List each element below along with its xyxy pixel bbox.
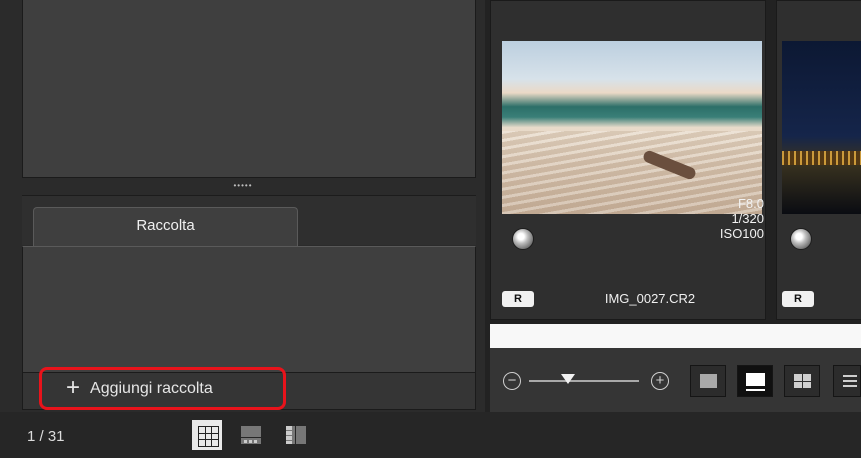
view-split-button[interactable] — [281, 420, 311, 450]
view-grid-button[interactable] — [192, 420, 222, 450]
zoom-slider-thumb[interactable] — [560, 374, 575, 384]
status-bar — [0, 412, 861, 458]
shutter-speed-value: 1/320 — [731, 211, 764, 226]
photo-texture — [782, 151, 861, 165]
tab-raccolta[interactable]: Raccolta — [33, 207, 298, 247]
page-counter: 1 / 31 — [27, 428, 65, 445]
plus-icon: + — [66, 373, 81, 401]
iso-value: ISO100 — [719, 226, 764, 241]
grid-view-icon — [198, 426, 219, 447]
layout-large-button[interactable] — [737, 365, 773, 397]
thumbnail-filename: IMG_0027.CR2 — [604, 291, 696, 306]
zoom-in-icon[interactable]: + — [651, 372, 669, 390]
add-collection-button[interactable]: + Aggiungi raccolta — [39, 367, 286, 410]
filmstrip-view-icon — [241, 426, 261, 444]
layout-list-button[interactable] — [833, 365, 861, 397]
list-icon — [843, 375, 857, 387]
collection-list — [22, 246, 476, 372]
add-collection-label: Aggiungi raccolta — [90, 379, 213, 397]
zoom-out-icon[interactable]: − — [503, 372, 521, 390]
raw-badge: R — [502, 291, 534, 307]
view-filmstrip-button[interactable] — [236, 420, 266, 450]
zoom-slider-track[interactable] — [529, 380, 639, 382]
check-mark-icon[interactable] — [512, 228, 534, 250]
panel-resize-grip[interactable]: ••••• — [230, 182, 256, 190]
layout-single-button[interactable] — [690, 365, 726, 397]
check-mark-icon[interactable] — [790, 228, 812, 250]
photo-thumbnail[interactable] — [782, 41, 861, 214]
single-thumbnail-icon — [700, 374, 717, 388]
info-pane — [22, 0, 476, 178]
photo-thumbnail[interactable] — [502, 41, 762, 214]
layout-grid-button[interactable] — [784, 365, 820, 397]
split-view-icon — [286, 426, 306, 444]
raw-badge: R — [782, 291, 814, 307]
large-thumbnail-icon — [746, 373, 765, 391]
grid-thumbnail-icon — [794, 374, 811, 388]
aperture-value: F8.0 — [737, 196, 764, 211]
progress-strip — [490, 324, 861, 348]
